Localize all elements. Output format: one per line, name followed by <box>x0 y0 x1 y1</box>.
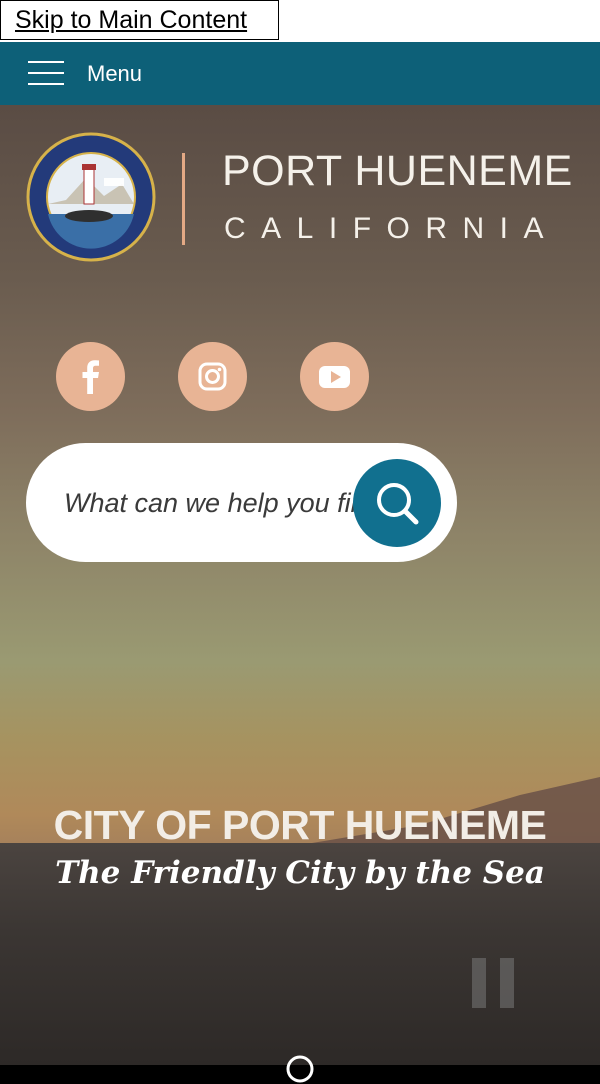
hero-title: CITY OF PORT HUENEME <box>53 802 547 848</box>
logo-divider <box>182 153 185 245</box>
menu-bar: Menu <box>0 42 600 105</box>
instagram-link[interactable] <box>178 342 247 411</box>
city-seal-logo[interactable] <box>26 132 156 262</box>
instagram-icon <box>198 362 227 391</box>
search-button[interactable] <box>353 459 441 547</box>
search-icon <box>377 483 419 525</box>
brand-title[interactable]: PORT HUENEME <box>222 148 573 194</box>
hamburger-icon[interactable] <box>28 60 64 87</box>
youtube-link[interactable] <box>300 342 369 411</box>
brand-subtitle: CALIFORNIA <box>224 212 560 245</box>
skip-to-main-link[interactable]: Skip to Main Content <box>0 0 279 40</box>
scroll-indicator-icon[interactable] <box>285 1054 315 1084</box>
menu-label[interactable]: Menu <box>87 62 142 86</box>
facebook-link[interactable] <box>56 342 125 411</box>
youtube-icon <box>319 366 350 388</box>
search-input[interactable] <box>64 473 364 533</box>
facebook-icon <box>82 360 99 394</box>
hero-tagline: The Friendly City by the Sea <box>55 855 545 891</box>
skip-bar: Skip to Main Content <box>0 0 600 42</box>
pause-icon[interactable] <box>472 958 518 1008</box>
